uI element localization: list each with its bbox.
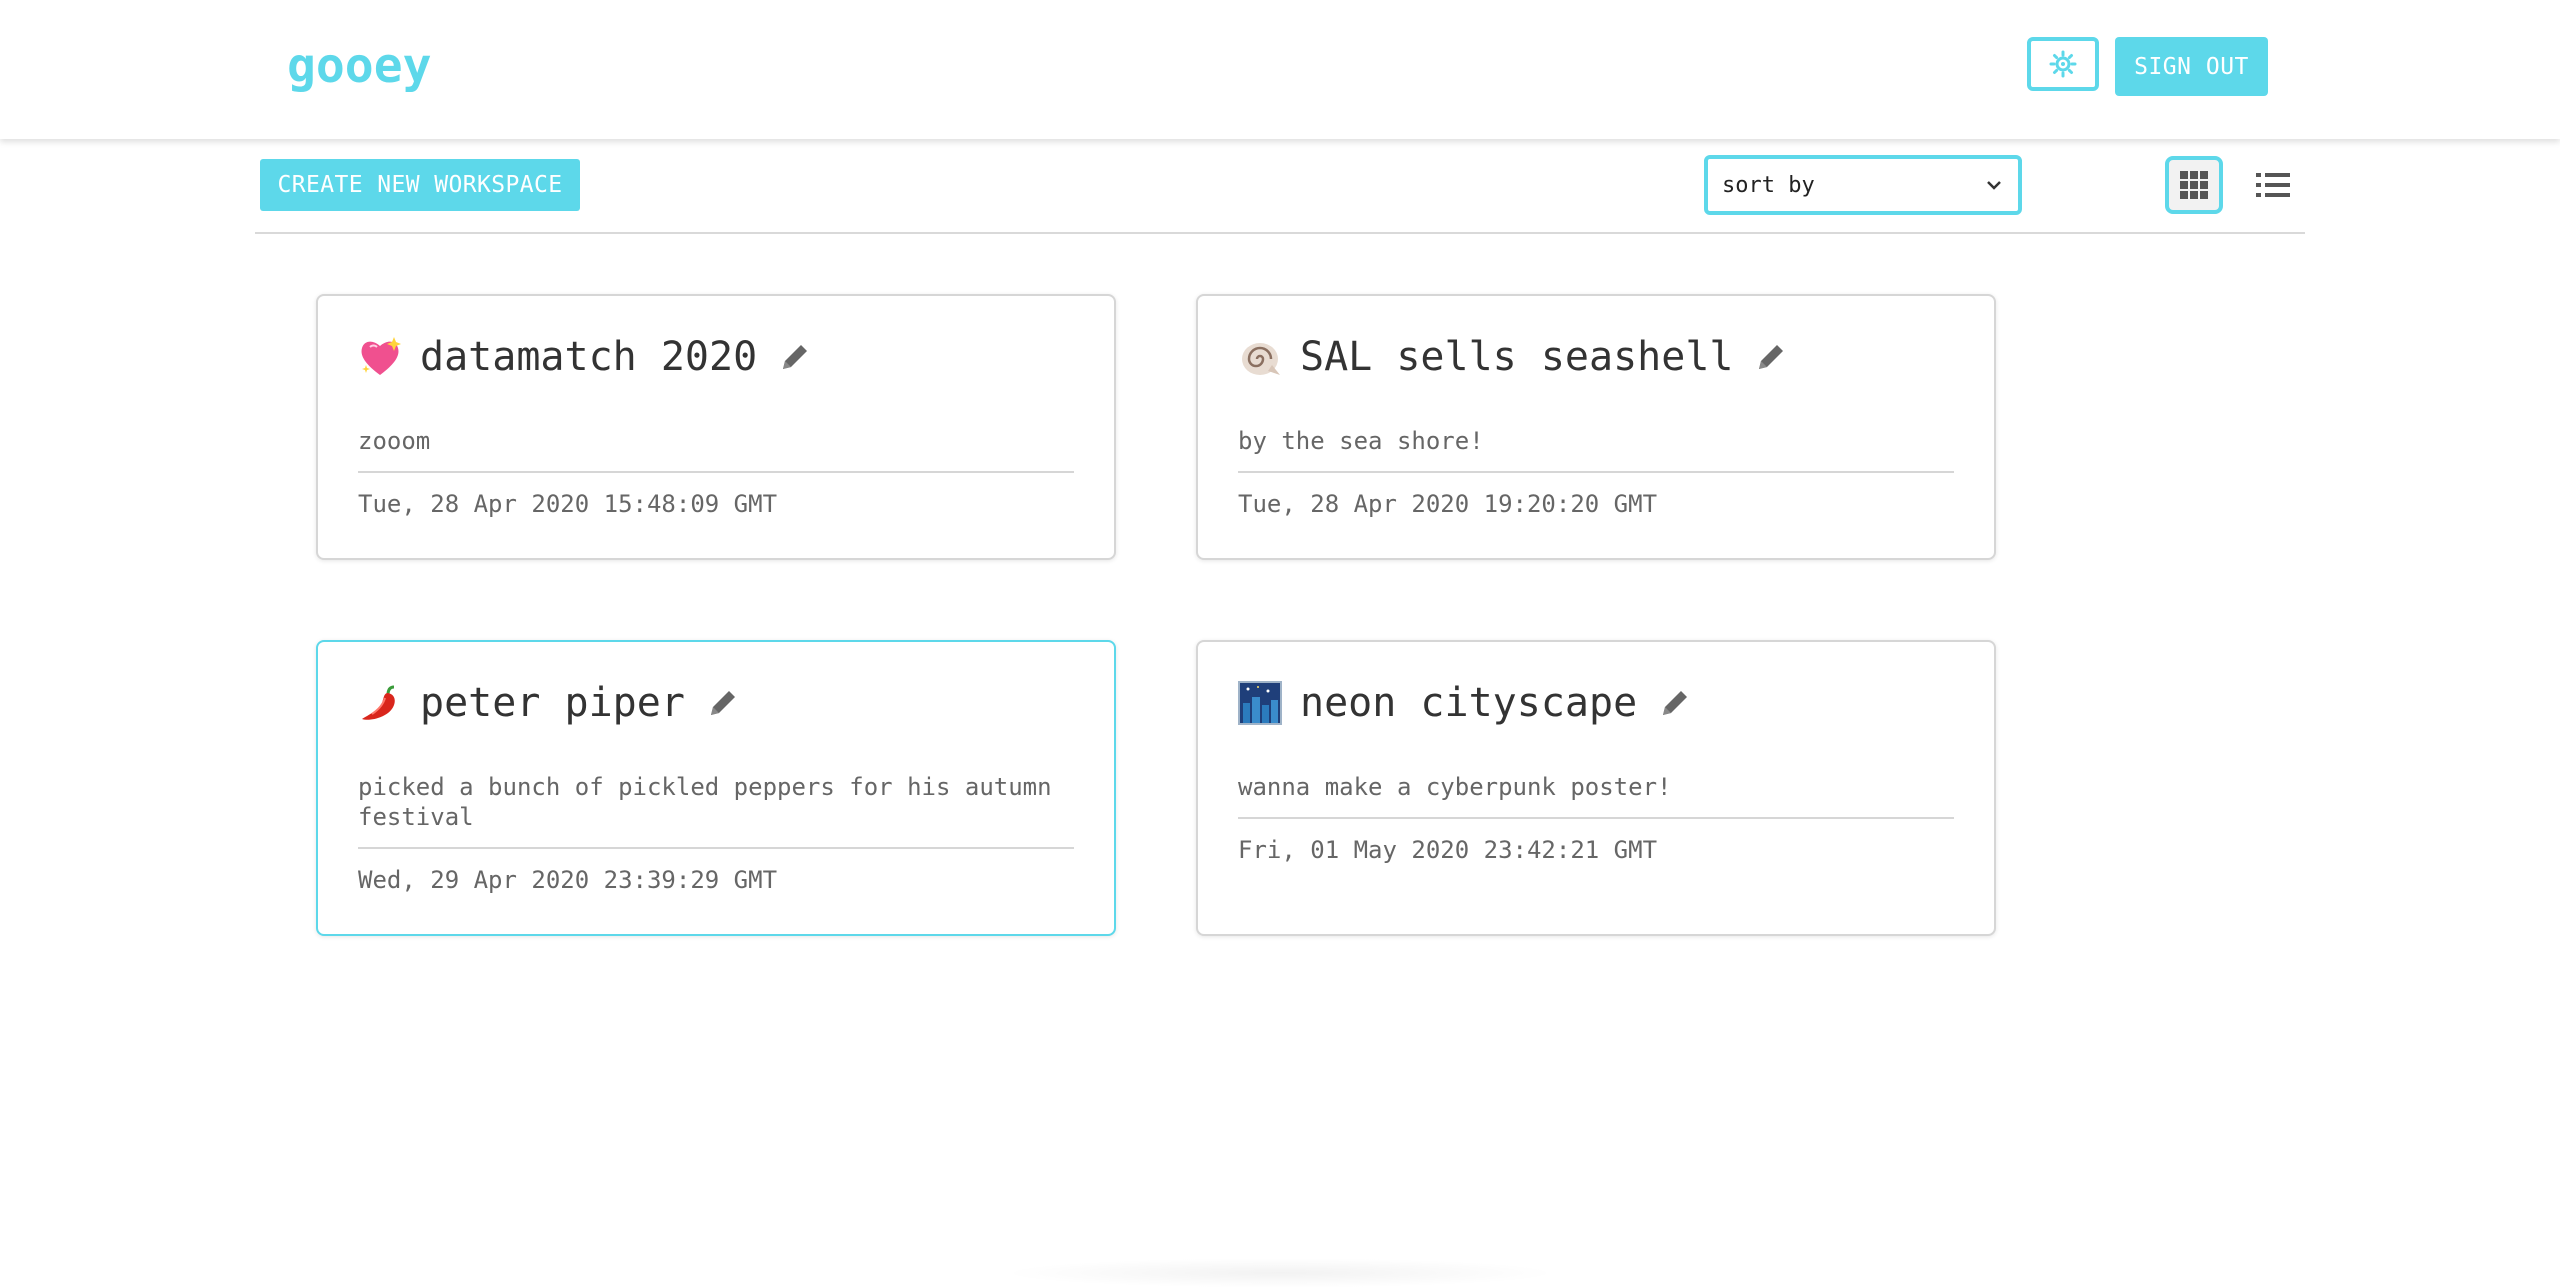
create-workspace-button[interactable]: CREATE NEW WORKSPACE [260,159,580,211]
workspace-title[interactable]: neon cityscape [1300,680,1637,726]
sign-out-button[interactable]: SIGN OUT [2115,37,2268,96]
list-view-button[interactable] [2253,166,2293,204]
workspace-card[interactable]: peter piper picked a bunch of pickled pe… [316,640,1116,936]
workspace-date: Wed, 29 Apr 2020 23:39:29 GMT [358,866,778,894]
workspace-description: picked a bunch of pickled peppers for hi… [358,773,1052,831]
sort-by-select[interactable]: sort by [1704,155,2022,215]
spiral-shell-icon [1242,343,1280,375]
grid-view-button[interactable] [2165,156,2223,214]
edit-pencil-icon[interactable] [1755,341,1787,373]
sun-gear-icon [2049,50,2077,78]
workspace-card-header: peter piper [358,678,739,728]
workspace-description: wanna make a cyberpunk poster! [1238,773,1672,801]
workspace-description: by the sea shore! [1238,427,1484,455]
theme-toggle-button[interactable] [2027,37,2099,91]
night-with-stars-icon [1238,681,1282,725]
workspace-card-header: SAL sells seashell [1238,332,1787,382]
workspace-description: zooom [358,427,431,455]
sparkling-heart-icon [361,337,401,375]
grid-icon [2180,171,2208,199]
app-logo[interactable]: gooey [287,38,432,94]
edit-pencil-icon[interactable] [1659,687,1691,719]
workspace-card-header: neon cityscape [1238,678,1691,728]
card-divider [1238,817,1954,819]
toolbar-divider [255,232,2305,234]
chevron-down-icon [1987,181,2001,190]
edit-pencil-icon[interactable] [779,341,811,373]
top-navbar: gooey SIGN OUT [0,0,2560,139]
workspace-card[interactable]: neon cityscape wanna make a cyberpunk po… [1196,640,1996,936]
workspace-date: Tue, 28 Apr 2020 15:48:09 GMT [358,490,778,518]
workspace-card[interactable]: datamatch 2020 zooom Tue, 28 Apr 2020 15… [316,294,1116,560]
workspace-card[interactable]: SAL sells seashell by the sea shore! Tue… [1196,294,1996,560]
workspace-date: Fri, 01 May 2020 23:42:21 GMT [1238,836,1658,864]
workspace-title[interactable]: SAL sells seashell [1300,334,1733,380]
bottom-fade [1000,1258,1560,1288]
card-divider [1238,471,1954,473]
workspace-title[interactable]: peter piper [420,680,685,726]
workspace-title[interactable]: datamatch 2020 [420,334,757,380]
card-divider [358,471,1074,473]
workspace-card-header: datamatch 2020 [358,332,811,382]
hot-pepper-icon [362,685,395,720]
list-icon [2256,173,2290,197]
edit-pencil-icon[interactable] [707,687,739,719]
workspace-date: Tue, 28 Apr 2020 19:20:20 GMT [1238,490,1658,518]
sort-by-value: sort by [1722,172,1815,198]
card-divider [358,847,1074,849]
